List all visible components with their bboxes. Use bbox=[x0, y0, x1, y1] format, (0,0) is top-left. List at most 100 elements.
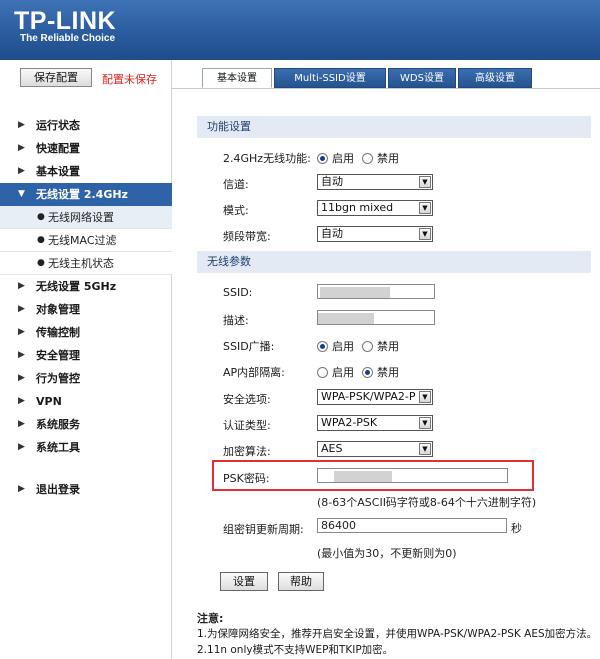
cipher-select[interactable]: AES ▼ bbox=[317, 441, 433, 457]
group-key-input[interactable]: 86400 bbox=[317, 518, 507, 533]
seconds-unit: 秒 bbox=[511, 522, 522, 535]
wireless-enable-label: 2.4GHz无线功能: bbox=[223, 152, 311, 165]
bullet-icon: ● bbox=[37, 235, 45, 245]
sidebar-subitem-label: 无线MAC过滤 bbox=[48, 234, 117, 247]
sidebar-item-transfer[interactable]: ▶ 传输控制 bbox=[0, 321, 172, 344]
sidebar-item-label: 系统工具 bbox=[36, 441, 80, 454]
radio-label-enable: 启用 bbox=[332, 152, 354, 165]
psk-hint: (8-63个ASCII码字符或8-64个十六进制字符) bbox=[317, 496, 537, 509]
auth-type-select[interactable]: WPA2-PSK ▼ bbox=[317, 415, 433, 431]
chevron-right-icon: ▶ bbox=[18, 419, 25, 429]
tab-advanced[interactable]: 高级设置 bbox=[458, 68, 532, 88]
chevron-right-icon: ▶ bbox=[18, 166, 25, 176]
sidebar-item-label: 退出登录 bbox=[36, 483, 80, 496]
auth-type-label: 认证类型: bbox=[223, 419, 271, 432]
sidebar-item-basic[interactable]: ▶ 基本设置 bbox=[0, 160, 172, 183]
description-input[interactable] bbox=[317, 310, 435, 325]
sidebar-item-wireless-24[interactable]: ▼ 无线设置 2.4GHz bbox=[0, 183, 172, 206]
chevron-right-icon: ▶ bbox=[18, 442, 25, 452]
group-key-label: 组密钥更新周期: bbox=[223, 523, 304, 536]
bandwidth-select[interactable]: 自动 ▼ bbox=[317, 226, 433, 242]
chevron-right-icon: ▶ bbox=[18, 373, 25, 383]
ssid-input[interactable] bbox=[317, 284, 435, 299]
save-row: 保存配置 配置未保存 bbox=[0, 60, 172, 98]
dropdown-arrow-icon: ▼ bbox=[419, 202, 431, 214]
group-key-hint: (最小值为30，不更新则为0) bbox=[317, 547, 457, 560]
sidebar-item-objects[interactable]: ▶ 对象管理 bbox=[0, 298, 172, 321]
security-option-select[interactable]: WPA-PSK/WPA2-P ▼ bbox=[317, 389, 433, 405]
dropdown-arrow-icon: ▼ bbox=[419, 417, 431, 429]
tab-wds[interactable]: WDS设置 bbox=[388, 68, 456, 88]
sidebar-item-wireless-5g[interactable]: ▶ 无线设置 5GHz bbox=[0, 275, 172, 298]
dropdown-arrow-icon: ▼ bbox=[419, 228, 431, 240]
sidebar-item-vpn[interactable]: ▶ VPN bbox=[0, 390, 172, 413]
sidebar-item-label: 系统服务 bbox=[36, 418, 80, 431]
ssid-label: SSID: bbox=[223, 286, 253, 299]
psk-password-input[interactable] bbox=[317, 468, 508, 483]
wireless-enable-radio-off[interactable] bbox=[362, 152, 373, 164]
dropdown-arrow-icon: ▼ bbox=[419, 176, 431, 188]
sidebar-menu: ▶ 运行状态 ▶ 快速配置 ▶ 基本设置 ▼ 无线设置 2.4GHz ● 无线网络设置 ●… bbox=[0, 114, 172, 501]
isolation-radio-off[interactable] bbox=[362, 366, 373, 378]
header-banner: TP-LINK The Reliable Choice bbox=[0, 0, 600, 60]
section-wireless-header: 无线参数 bbox=[197, 251, 591, 273]
menu-spacer bbox=[0, 459, 172, 478]
save-config-button[interactable]: 保存配置 bbox=[20, 68, 92, 87]
chevron-right-icon: ▶ bbox=[18, 304, 25, 314]
sidebar-item-tools[interactable]: ▶ 系统工具 bbox=[0, 436, 172, 459]
broadcast-radio-off[interactable] bbox=[362, 340, 373, 352]
redacted-text bbox=[320, 287, 390, 298]
sidebar-subitem-label: 无线网络设置 bbox=[48, 211, 114, 224]
isolation-radio-on[interactable] bbox=[317, 366, 328, 378]
sidebar-item-label: 安全管理 bbox=[36, 349, 80, 362]
tab-basic-settings[interactable]: 基本设置 bbox=[202, 68, 272, 88]
mode-select[interactable]: 11bgn mixed ▼ bbox=[317, 200, 433, 216]
description-label: 描述: bbox=[223, 314, 249, 327]
section-function-header: 功能设置 bbox=[197, 116, 591, 138]
sidebar-item-status[interactable]: ▶ 运行状态 bbox=[0, 114, 172, 137]
sidebar-item-label: 传输控制 bbox=[36, 326, 80, 339]
select-value: 自动 bbox=[321, 227, 343, 240]
chevron-right-icon: ▶ bbox=[18, 143, 25, 153]
tab-multi-ssid[interactable]: Multi-SSID设置 bbox=[274, 68, 386, 88]
radio-label-disable: 禁用 bbox=[377, 366, 399, 379]
chevron-down-icon: ▼ bbox=[18, 189, 25, 199]
sidebar-subitem-wireless-network[interactable]: ● 无线网络设置 bbox=[0, 206, 172, 229]
notes-title: 注意: bbox=[197, 612, 224, 625]
help-button[interactable]: 帮助 bbox=[278, 572, 324, 591]
sidebar-item-quick-setup[interactable]: ▶ 快速配置 bbox=[0, 137, 172, 160]
redacted-text bbox=[318, 313, 374, 324]
sidebar-item-label: 快速配置 bbox=[36, 142, 80, 155]
select-value: AES bbox=[321, 442, 343, 455]
security-option-label: 安全选项: bbox=[223, 393, 271, 406]
wireless-enable-radios: 启用 禁用 bbox=[317, 150, 407, 166]
select-value: WPA-PSK/WPA2-P bbox=[321, 390, 416, 403]
sidebar-subitem-label: 无线主机状态 bbox=[48, 257, 114, 270]
chevron-right-icon: ▶ bbox=[18, 327, 25, 337]
channel-label: 信道: bbox=[223, 178, 249, 191]
dropdown-arrow-icon: ▼ bbox=[419, 391, 431, 403]
sidebar-item-label: 基本设置 bbox=[36, 165, 80, 178]
sidebar-subitem-mac-filter[interactable]: ● 无线MAC过滤 bbox=[0, 229, 172, 252]
brand-tagline: The Reliable Choice bbox=[20, 33, 116, 44]
chevron-right-icon: ▶ bbox=[18, 396, 25, 406]
tab-bar: 基本设置 Multi-SSID设置 WDS设置 高级设置 bbox=[172, 60, 600, 90]
sidebar-subitem-host-status[interactable]: ● 无线主机状态 bbox=[0, 252, 172, 275]
chevron-right-icon: ▶ bbox=[18, 484, 25, 494]
psk-password-label: PSK密码: bbox=[223, 472, 270, 485]
sidebar-item-services[interactable]: ▶ 系统服务 bbox=[0, 413, 172, 436]
chevron-right-icon: ▶ bbox=[18, 120, 25, 130]
broadcast-radio-on[interactable] bbox=[317, 340, 328, 352]
radio-label-enable: 启用 bbox=[332, 340, 354, 353]
wireless-enable-radio-on[interactable] bbox=[317, 152, 328, 164]
sidebar-item-label: VPN bbox=[36, 395, 62, 408]
chevron-right-icon: ▶ bbox=[18, 281, 25, 291]
cipher-label: 加密算法: bbox=[223, 445, 271, 458]
sidebar-item-logout[interactable]: ▶ 退出登录 bbox=[0, 478, 172, 501]
sidebar-item-security[interactable]: ▶ 安全管理 bbox=[0, 344, 172, 367]
radio-label-enable: 启用 bbox=[332, 366, 354, 379]
sidebar-item-behavior[interactable]: ▶ 行为管控 bbox=[0, 367, 172, 390]
brand-logo: TP-LINK bbox=[14, 7, 117, 35]
set-button[interactable]: 设置 bbox=[220, 572, 268, 591]
channel-select[interactable]: 自动 ▼ bbox=[317, 174, 433, 190]
